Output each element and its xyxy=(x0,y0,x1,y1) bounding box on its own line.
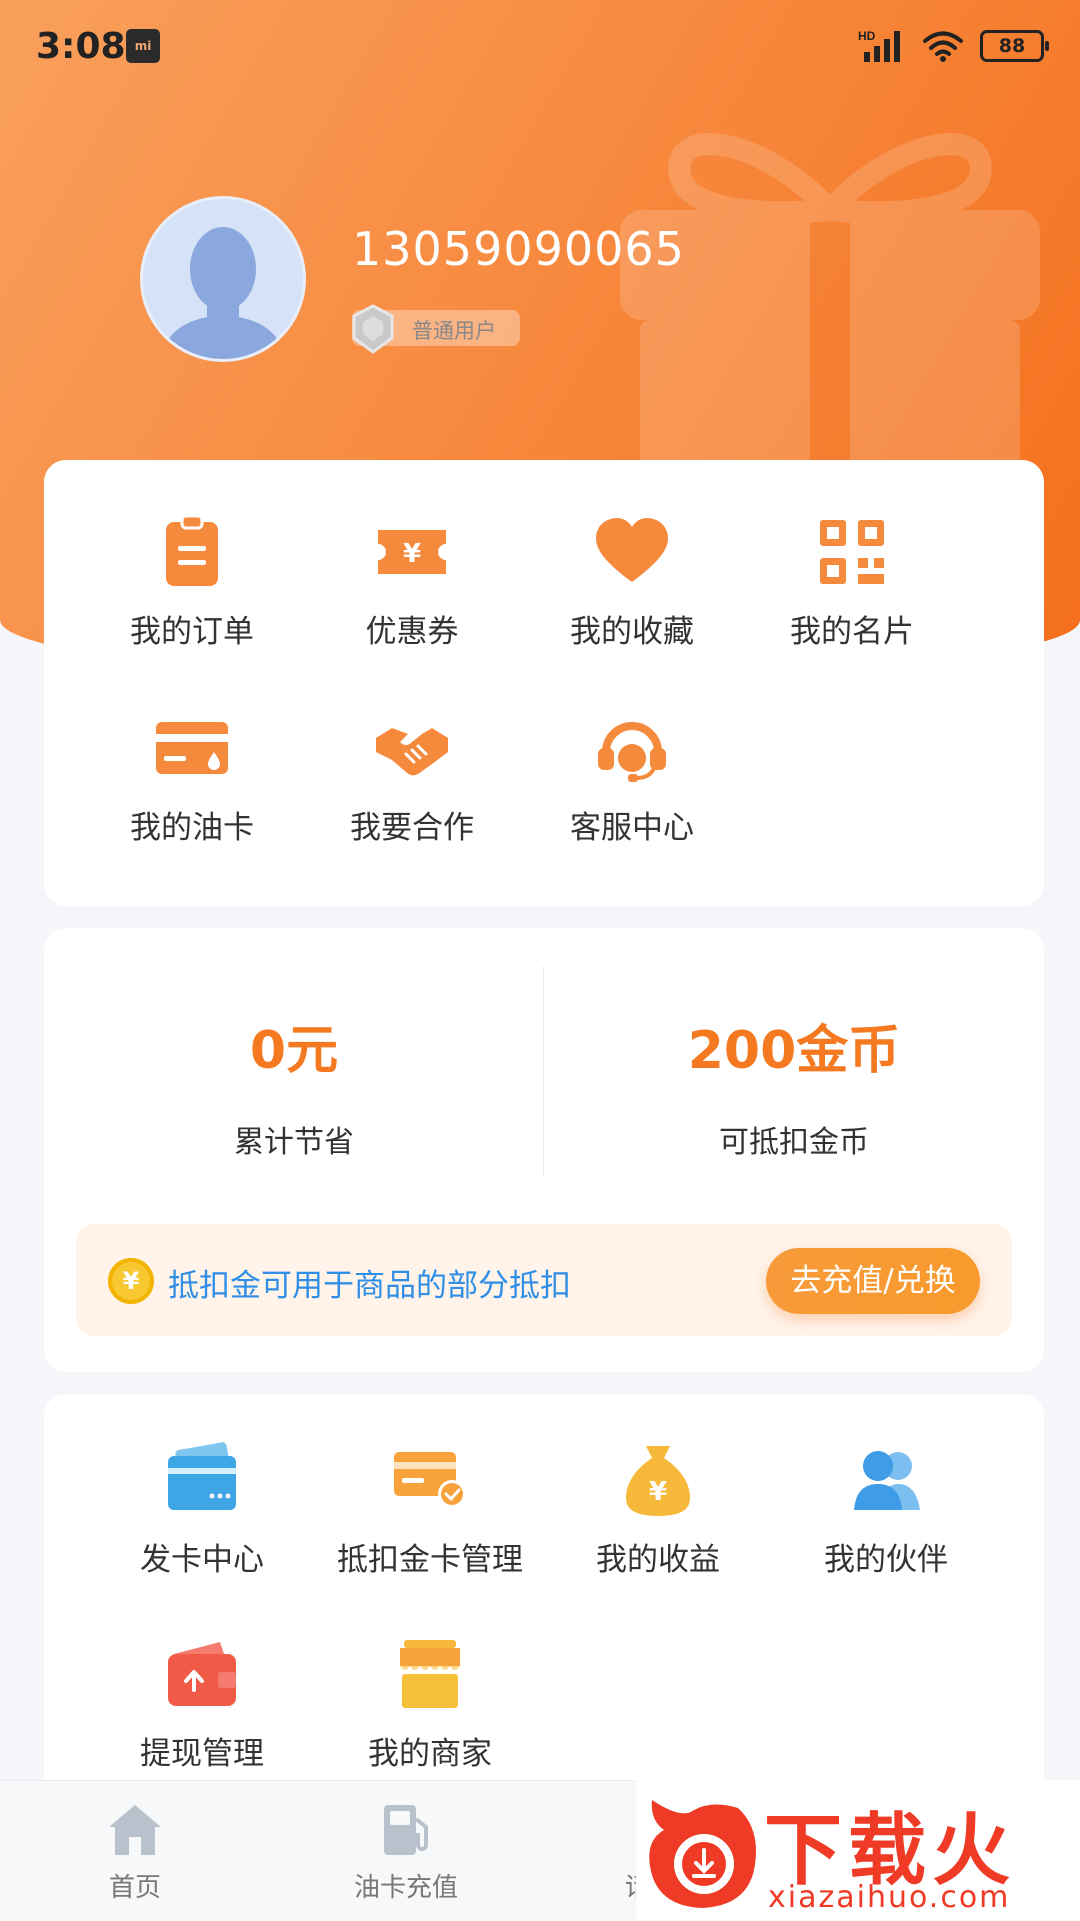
menu-item-label: 提现管理 xyxy=(140,1736,264,1772)
menu-item-fuel-card[interactable]: 我的油卡 xyxy=(82,708,302,847)
menu-item-label: 我的油卡 xyxy=(130,810,254,846)
menu-item-label: 客服中心 xyxy=(570,810,694,846)
tab-home[interactable]: 首页 xyxy=(45,1797,225,1904)
home-icon xyxy=(109,1805,161,1855)
menu-item-label: 抵扣金卡管理 xyxy=(337,1542,523,1578)
signal-icon: HD xyxy=(858,29,900,62)
status-time: 3:08 xyxy=(36,26,126,67)
money-bag-icon: ¥ xyxy=(626,1446,690,1516)
svg-text:¥: ¥ xyxy=(649,1477,667,1507)
menu-item-customer-service[interactable]: 客服中心 xyxy=(522,708,742,847)
stat-saved-value: 0元 xyxy=(249,1021,339,1081)
menu-item-deduction-card-management[interactable]: 抵扣金卡管理 xyxy=(320,1440,540,1579)
headset-icon xyxy=(598,722,666,782)
menu-item-my-merchants[interactable]: 我的商家 xyxy=(320,1634,540,1773)
menu-item-label: 我的名片 xyxy=(790,614,914,650)
stat-coins-label: 可抵扣金币 xyxy=(719,1125,869,1160)
menu-item-earnings[interactable]: ¥ 我的收益 xyxy=(548,1440,768,1579)
recharge-exchange-button[interactable]: 去充值/兑换 xyxy=(766,1248,980,1314)
menu-item-orders[interactable]: 我的订单 xyxy=(82,512,302,651)
watermark-url: xiazaihuo.com xyxy=(768,1880,1011,1915)
watermark: 下载火 xiazaihuo.com xyxy=(636,1780,1080,1920)
shop-icon xyxy=(400,1640,460,1708)
card-icon xyxy=(168,1442,236,1510)
fuel-card-icon xyxy=(156,722,228,774)
menu-item-label: 我要合作 xyxy=(350,810,474,846)
member-shield-icon xyxy=(352,304,394,354)
menu-item-label: 发卡中心 xyxy=(140,1542,264,1578)
deduction-promo-banner: ¥ 抵扣金可用于商品的部分抵扣 去充值/兑换 xyxy=(76,1224,1012,1336)
wifi-icon xyxy=(923,31,963,62)
stat-saved[interactable]: 0元 累计节省 xyxy=(59,1008,529,1161)
handshake-icon xyxy=(376,728,448,776)
stat-coins[interactable]: 200金币 可抵扣金币 xyxy=(559,1008,1029,1161)
menu-item-card-center[interactable]: 发卡中心 xyxy=(92,1440,312,1579)
member-level-label: 普通用户 xyxy=(412,319,496,343)
heart-icon xyxy=(596,518,668,582)
primary-menu-card: 我的订单 ¥ 优惠券 我的收藏 我的名片 我的油卡 我要合作 客服中心 xyxy=(44,460,1044,906)
tab-fuel-recharge[interactable]: 油卡充值 xyxy=(316,1797,496,1904)
stats-divider xyxy=(543,966,544,1176)
flame-logo-icon xyxy=(649,1800,756,1908)
card-check-icon xyxy=(394,1452,466,1508)
gift-decoration-icon xyxy=(620,133,1040,495)
stat-saved-label: 累计节省 xyxy=(234,1125,354,1160)
promo-text: 抵扣金可用于商品的部分抵扣 xyxy=(168,1268,571,1304)
fuel-pump-icon xyxy=(384,1805,428,1855)
mi-notification-icon: mi xyxy=(126,29,160,63)
avatar[interactable] xyxy=(140,196,306,362)
svg-text:¥: ¥ xyxy=(403,539,421,569)
menu-item-label: 我的伙伴 xyxy=(824,1542,948,1578)
menu-item-label: 优惠券 xyxy=(365,614,459,650)
wallet-icon xyxy=(168,1642,236,1706)
coupon-icon: ¥ xyxy=(378,530,446,574)
menu-item-label: 我的收藏 xyxy=(570,614,694,650)
status-bar: 3:08 mi HD 88 xyxy=(0,0,1080,95)
menu-item-withdraw-management[interactable]: 提现管理 xyxy=(92,1634,312,1773)
menu-item-label: 我的商家 xyxy=(368,1736,492,1772)
qrcode-icon xyxy=(820,520,884,584)
menu-item-business-card[interactable]: 我的名片 xyxy=(742,512,962,651)
stats-card: 0元 累计节省 200金币 可抵扣金币 ¥ 抵扣金可用于商品的部分抵扣 去充值/… xyxy=(44,928,1044,1372)
menu-item-favorites[interactable]: 我的收藏 xyxy=(522,512,742,651)
user-phone: 13059090065 xyxy=(352,222,685,276)
stat-coins-value: 200金币 xyxy=(687,1021,901,1081)
clipboard-icon xyxy=(166,514,218,586)
tab-label: 油卡充值 xyxy=(353,1873,458,1903)
tab-label: 首页 xyxy=(108,1873,161,1903)
battery-indicator: 88 xyxy=(980,30,1049,62)
users-icon xyxy=(854,1451,920,1510)
network-type-label: HD xyxy=(858,29,876,43)
menu-item-partners[interactable]: 我的伙伴 xyxy=(776,1440,996,1579)
status-indicators: HD 88 xyxy=(858,26,1049,66)
member-level-badge[interactable]: 普通用户 xyxy=(352,304,520,354)
menu-item-coupons[interactable]: ¥ 优惠券 xyxy=(302,512,522,651)
user-silhouette-icon xyxy=(161,227,285,359)
menu-item-cooperation[interactable]: 我要合作 xyxy=(302,708,522,847)
menu-item-label: 我的收益 xyxy=(596,1542,720,1578)
menu-item-label: 我的订单 xyxy=(130,614,254,650)
coin-icon: ¥ xyxy=(108,1258,154,1304)
